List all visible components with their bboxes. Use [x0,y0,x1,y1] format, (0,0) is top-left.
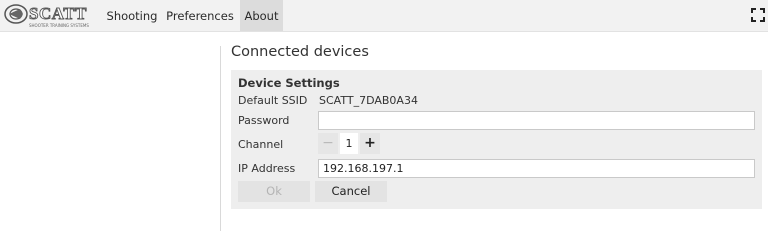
channel-value[interactable]: 1 [340,133,358,154]
page-title: Connected devices [231,44,369,60]
channel-decrement-button[interactable]: − [318,133,338,154]
top-navigation-bar: SCATT SHOOTER TRAINING SYSTEMS Shooting … [0,0,768,32]
ok-button[interactable]: Ok [238,181,310,202]
nav-preferences[interactable]: Preferences [165,0,235,31]
nav-shooting[interactable]: Shooting [103,0,161,31]
svg-text:SHOOTER TRAINING SYSTEMS: SHOOTER TRAINING SYSTEMS [29,23,89,28]
section-title: Device Settings [238,76,340,90]
device-settings-panel: Device Settings Default SSID SCATT_7DAB0… [231,70,762,209]
ssid-label: Default SSID [238,94,308,107]
scatt-logo[interactable]: SCATT SHOOTER TRAINING SYSTEMS [3,2,99,29]
cancel-button[interactable]: Cancel [315,181,387,202]
channel-label: Channel [238,138,284,151]
fullscreen-icon[interactable] [751,8,765,22]
ip-address-field[interactable] [318,159,755,178]
password-field[interactable] [318,111,755,130]
ssid-value: SCATT_7DAB0A34 [319,94,418,107]
channel-increment-button[interactable]: + [360,133,380,154]
svg-text:SCATT: SCATT [29,4,87,23]
password-label: Password [238,114,290,127]
sidebar-divider [220,46,221,231]
nav-about[interactable]: About [240,0,283,31]
ip-address-label: IP Address [238,162,296,175]
